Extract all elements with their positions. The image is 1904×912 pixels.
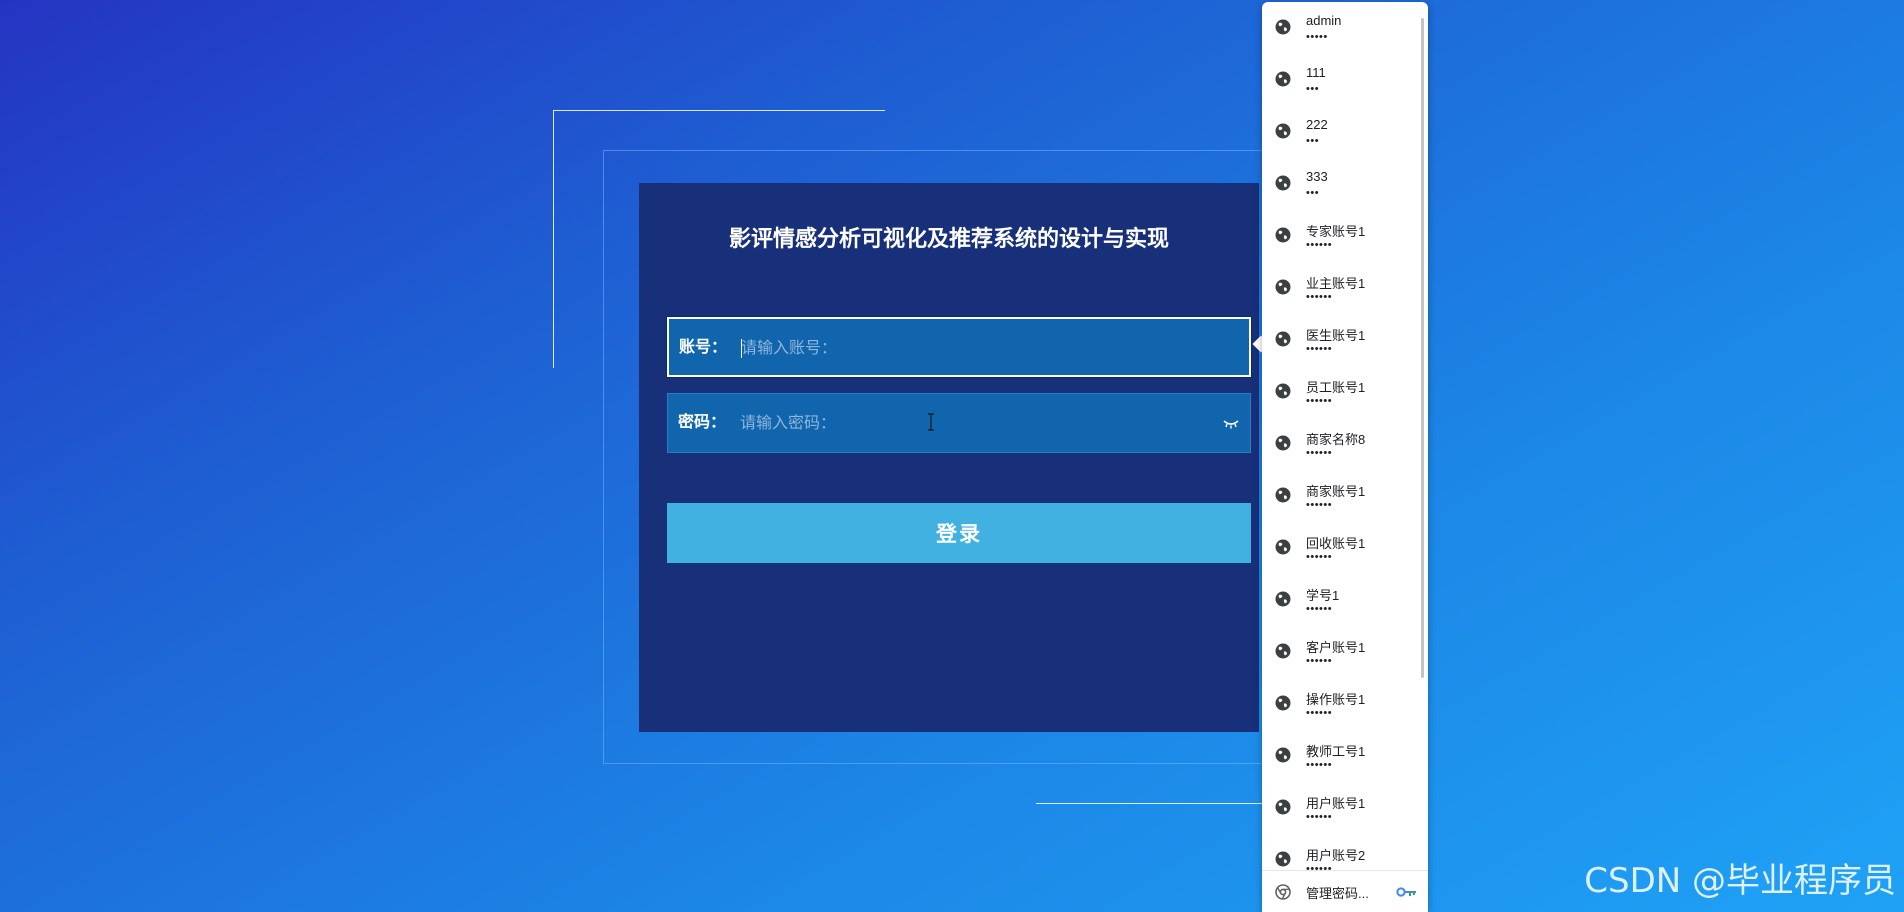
saved-passwords-list: admin ••••• 111 ••• 222 ••• 333 ••• 专家账号1 •••••• 业… xyxy=(1262,2,1428,870)
saved-username: 教师工号1 xyxy=(1306,744,1366,759)
login-panel: 影评情感分析可视化及推荐系统的设计与实现 账号： 密码： 登录 xyxy=(639,183,1259,732)
saved-password-mask: •••••• xyxy=(1306,551,1333,563)
globe-icon xyxy=(1275,383,1291,399)
globe-icon xyxy=(1275,331,1291,347)
globe-icon xyxy=(1275,71,1291,87)
saved-password-mask: •••••• xyxy=(1306,395,1333,407)
decor-line-bottom xyxy=(1036,803,1266,804)
saved-username: admin xyxy=(1306,13,1342,28)
account-label: 账号： xyxy=(679,339,728,356)
decor-line-left xyxy=(553,110,554,368)
globe-icon xyxy=(1275,695,1291,711)
saved-username: 商家名称8 xyxy=(1306,432,1366,447)
popup-scrollbar[interactable] xyxy=(1421,18,1424,678)
globe-icon xyxy=(1275,227,1291,243)
account-input[interactable] xyxy=(739,331,1213,367)
saved-password-item[interactable]: 商家名称8 •••••• xyxy=(1262,418,1428,470)
globe-icon xyxy=(1275,19,1291,35)
saved-username: 222 xyxy=(1306,117,1328,132)
saved-password-mask: •••••• xyxy=(1306,811,1333,823)
page-title: 影评情感分析可视化及推荐系统的设计与实现 xyxy=(728,226,1169,251)
saved-username: 业主账号1 xyxy=(1306,276,1366,291)
saved-password-mask: •••••• xyxy=(1306,759,1333,771)
saved-username: 333 xyxy=(1306,169,1328,184)
eye-closed-icon[interactable] xyxy=(1222,416,1240,430)
saved-password-mask: ••• xyxy=(1306,135,1320,147)
saved-password-item[interactable]: 员工账号1 •••••• xyxy=(1262,366,1428,418)
saved-password-item[interactable]: 用户账号1 •••••• xyxy=(1262,782,1428,834)
password-input[interactable] xyxy=(738,406,1212,442)
login-button[interactable]: 登录 xyxy=(667,503,1251,563)
globe-icon xyxy=(1275,539,1291,555)
saved-password-item[interactable]: 学号1 •••••• xyxy=(1262,574,1428,626)
manage-passwords-label[interactable]: 管理密码... xyxy=(1306,883,1369,902)
saved-password-mask: •••••• xyxy=(1306,343,1333,355)
manage-passwords-row[interactable]: 管理密码... xyxy=(1262,870,1428,912)
text-cursor-icon xyxy=(928,413,934,431)
saved-password-mask: •••••• xyxy=(1306,239,1333,251)
saved-password-item[interactable]: 专家账号1 •••••• xyxy=(1262,210,1428,262)
saved-password-mask: •••••• xyxy=(1306,655,1333,667)
saved-password-mask: •••••• xyxy=(1306,707,1333,719)
saved-password-item[interactable]: 操作账号1 •••••• xyxy=(1262,678,1428,730)
saved-username: 医生账号1 xyxy=(1306,328,1366,343)
globe-icon xyxy=(1275,123,1291,139)
saved-password-item[interactable]: 用户账号2 •••••• xyxy=(1262,834,1428,870)
globe-icon xyxy=(1275,435,1291,451)
saved-password-item[interactable]: 教师工号1 •••••• xyxy=(1262,730,1428,782)
globe-icon xyxy=(1275,487,1291,503)
text-caret xyxy=(741,339,742,358)
saved-username: 专家账号1 xyxy=(1306,224,1366,239)
saved-password-item[interactable]: 回收账号1 •••••• xyxy=(1262,522,1428,574)
saved-password-mask: •••••• xyxy=(1306,447,1333,459)
saved-password-item[interactable]: admin ••••• xyxy=(1262,2,1428,54)
saved-password-mask: ••• xyxy=(1306,187,1320,199)
saved-passwords-popup: admin ••••• 111 ••• 222 ••• 333 ••• 专家账号1 •••••• 业… xyxy=(1262,2,1428,912)
saved-password-item[interactable]: 客户账号1 •••••• xyxy=(1262,626,1428,678)
saved-password-mask: ••••• xyxy=(1306,31,1328,43)
decor-line-top xyxy=(553,110,885,111)
saved-password-item[interactable]: 333 ••• xyxy=(1262,158,1428,210)
key-icon xyxy=(1396,887,1416,897)
password-field[interactable]: 密码： xyxy=(667,393,1251,453)
watermark: CSDN @毕业程序员 xyxy=(1584,861,1896,901)
saved-username: 操作账号1 xyxy=(1306,692,1366,707)
saved-username: 商家账号1 xyxy=(1306,484,1366,499)
saved-password-mask: •••••• xyxy=(1306,863,1333,870)
account-field[interactable]: 账号： xyxy=(666,316,1252,378)
saved-username: 用户账号1 xyxy=(1306,796,1366,811)
saved-username: 员工账号1 xyxy=(1306,380,1366,395)
saved-password-mask: •••••• xyxy=(1306,499,1333,511)
saved-password-item[interactable]: 111 ••• xyxy=(1262,54,1428,106)
saved-password-item[interactable]: 222 ••• xyxy=(1262,106,1428,158)
saved-username: 客户账号1 xyxy=(1306,640,1366,655)
password-label: 密码： xyxy=(678,414,727,431)
saved-username: 学号1 xyxy=(1306,588,1340,603)
saved-password-item[interactable]: 业主账号1 •••••• xyxy=(1262,262,1428,314)
globe-icon xyxy=(1275,279,1291,295)
saved-password-item[interactable]: 医生账号1 •••••• xyxy=(1262,314,1428,366)
chrome-icon xyxy=(1275,884,1291,900)
saved-username: 111 xyxy=(1306,65,1326,80)
saved-password-mask: ••• xyxy=(1306,83,1320,95)
saved-username: 回收账号1 xyxy=(1306,536,1366,551)
saved-password-mask: •••••• xyxy=(1306,603,1333,615)
globe-icon xyxy=(1275,175,1291,191)
globe-icon xyxy=(1275,851,1291,867)
saved-password-item[interactable]: 商家账号1 •••••• xyxy=(1262,470,1428,522)
globe-icon xyxy=(1275,591,1291,607)
saved-password-mask: •••••• xyxy=(1306,291,1333,303)
globe-icon xyxy=(1275,643,1291,659)
globe-icon xyxy=(1275,799,1291,815)
globe-icon xyxy=(1275,747,1291,763)
saved-username: 用户账号2 xyxy=(1306,848,1366,863)
